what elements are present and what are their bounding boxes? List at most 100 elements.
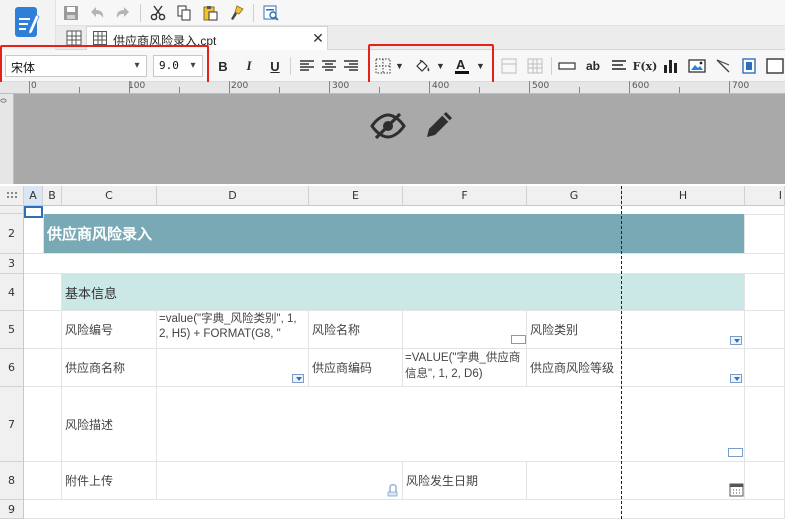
align-left-icon[interactable] [296,55,318,77]
ruler-label: 100 [128,81,146,91]
italic-button[interactable]: I [238,55,260,77]
field-label[interactable]: 风险类别 [527,311,622,349]
text-wrap-icon[interactable] [608,55,630,77]
copy-icon[interactable] [173,2,195,24]
date-picker-cell[interactable] [527,462,745,500]
dropdown-cell[interactable] [157,349,309,387]
row-header[interactable]: 3 [0,254,24,274]
format-painter-icon[interactable] [225,2,247,24]
textarea-cell[interactable] [157,387,745,462]
section-title[interactable]: 基本信息 [62,274,745,311]
text-ab-button[interactable]: ab [582,55,604,77]
dropdown-widget-icon[interactable] [730,336,742,345]
merge-cells-icon[interactable] [498,55,520,77]
row-header[interactable]: 5 [0,311,24,349]
text-field-icon[interactable] [556,55,578,77]
bold-button[interactable]: B [212,55,234,77]
file-upload-cell[interactable] [157,462,403,500]
redo-icon[interactable] [112,2,134,24]
highlight-box-font [0,45,209,85]
field-label[interactable]: 供应商风险等级 [527,349,622,387]
column-header[interactable]: B [43,186,62,206]
column-header[interactable]: C [62,186,157,206]
sheet-grid: A B C D E F G H I 2 3 4 5 6 7 8 9 供应商风险录… [0,186,785,519]
app-logo-icon[interactable] [14,6,40,40]
calendar-icon[interactable] [729,482,744,497]
formula-cell[interactable]: =VALUE("字典_供应商信息", 1, 2, D6) [403,349,527,387]
column-header[interactable]: A [24,186,43,206]
row-header[interactable] [0,206,24,214]
split-cells-icon[interactable] [524,55,546,77]
field-label[interactable]: 风险编号 [62,311,157,349]
grid-cell[interactable] [24,500,785,519]
sub-report-icon[interactable] [738,55,760,77]
row-header[interactable]: 7 [0,387,24,462]
grid-cell[interactable] [745,214,785,254]
report-file-icon [93,31,107,45]
slash-icon[interactable] [712,55,734,77]
report-header-canvas [14,94,785,184]
row-header[interactable]: 9 [0,500,24,519]
cut-icon[interactable] [147,2,169,24]
grid-cell[interactable] [24,349,62,387]
paste-icon[interactable] [199,2,221,24]
chart-icon[interactable] [660,55,682,77]
dropdown-widget-icon[interactable] [730,374,742,383]
text-widget-icon[interactable] [511,335,526,344]
text-input-cell[interactable] [403,311,527,349]
quick-toolbar [56,0,785,26]
ruler-label: 0 [0,98,9,103]
image-icon[interactable] [686,55,708,77]
ruler-label: 0 [31,81,37,91]
grid-cell[interactable] [745,387,785,462]
dropdown-cell[interactable] [622,349,745,387]
attachment-icon[interactable] [386,483,400,497]
grid-cell[interactable] [24,214,44,254]
grid-cell[interactable] [745,311,785,349]
dropdown-cell[interactable] [622,311,745,349]
field-label[interactable]: 附件上传 [62,462,157,500]
column-header[interactable]: H [622,186,745,206]
close-tab-icon[interactable]: ✕ [311,30,325,46]
page-break-line [621,186,622,519]
row-header[interactable]: 4 [0,274,24,311]
grid-cell[interactable] [24,462,62,500]
row-header[interactable]: 2 [0,214,24,254]
column-header[interactable]: E [309,186,403,206]
grid-cell[interactable] [745,462,785,500]
grid-cell[interactable] [24,274,62,311]
formula-cell[interactable]: =value("字典_风险类别", 1, 2, H5) + FORMAT(G8,… [157,311,309,349]
edit-icon[interactable] [422,108,456,142]
grid-view-icon[interactable] [66,30,82,46]
field-label[interactable]: 供应商编码 [309,349,403,387]
grid-cell[interactable] [24,254,785,274]
textarea-widget-icon[interactable] [728,448,743,457]
column-header[interactable]: I [745,186,785,206]
row-header[interactable]: 8 [0,462,24,500]
field-label[interactable]: 风险发生日期 [403,462,527,500]
grid-cell[interactable] [745,349,785,387]
select-all-icon[interactable] [0,186,24,206]
column-header[interactable]: G [527,186,622,206]
field-label[interactable]: 供应商名称 [62,349,157,387]
field-label[interactable]: 风险名称 [309,311,403,349]
grid-cell[interactable] [745,274,785,311]
underline-button[interactable]: U [264,55,286,77]
column-header[interactable]: D [157,186,309,206]
column-header[interactable]: F [403,186,527,206]
hide-icon[interactable] [370,110,406,142]
grid-cell[interactable] [24,387,62,462]
field-label[interactable]: 风险描述 [62,387,157,462]
report-title[interactable]: 供应商风险录入 [44,214,745,254]
row-header[interactable]: 6 [0,349,24,387]
align-right-icon[interactable] [340,55,362,77]
dropdown-widget-icon[interactable] [292,374,304,383]
undo-icon[interactable] [86,2,108,24]
align-center-icon[interactable] [318,55,340,77]
formula-button[interactable]: F(x) [633,55,658,77]
save-icon[interactable] [60,2,82,24]
highlight-box-style [368,44,494,86]
grid-cell[interactable] [24,311,62,349]
frame-icon[interactable] [764,55,785,77]
preview-icon[interactable] [260,2,282,24]
